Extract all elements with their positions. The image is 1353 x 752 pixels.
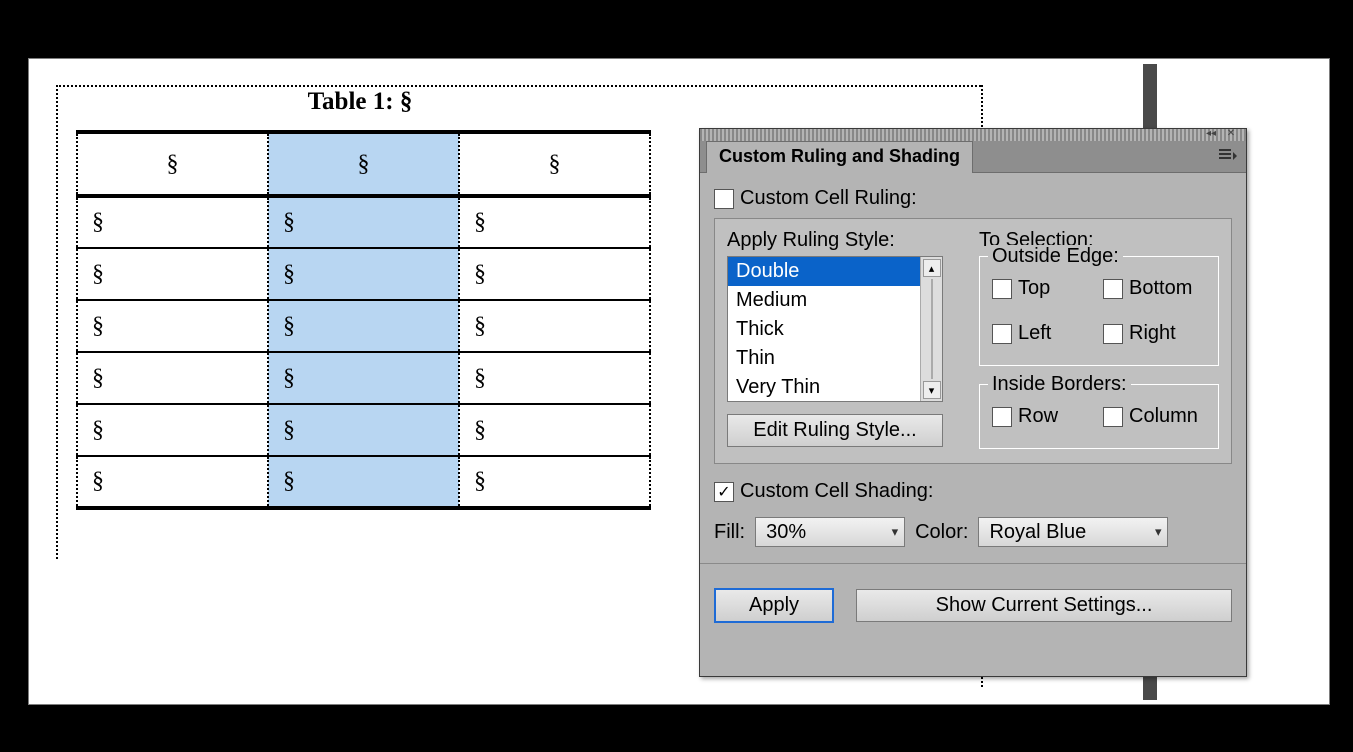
color-label: Color: bbox=[915, 521, 968, 544]
table-cell[interactable]: § bbox=[459, 456, 650, 508]
fill-select[interactable]: 30% ▾ bbox=[755, 517, 905, 547]
table-cell[interactable]: § bbox=[268, 404, 459, 456]
outside-right-label: Right bbox=[1129, 322, 1176, 345]
ruling-group: Apply Ruling Style: Double Medium Thick … bbox=[714, 218, 1232, 464]
table-cell[interactable]: § bbox=[459, 300, 650, 352]
inside-row-checkbox[interactable] bbox=[992, 407, 1012, 427]
color-select[interactable]: Royal Blue ▾ bbox=[978, 517, 1168, 547]
custom-cell-shading-label: Custom Cell Shading: bbox=[740, 480, 933, 503]
outside-right-checkbox[interactable] bbox=[1103, 324, 1123, 344]
custom-ruling-shading-panel: ◂◂ ✕ Custom Ruling and Shading Custom Ce… bbox=[699, 128, 1247, 677]
text-frame-border-top bbox=[56, 85, 981, 87]
table-cell[interactable]: § bbox=[459, 404, 650, 456]
outside-edge-legend: Outside Edge: bbox=[988, 245, 1123, 268]
table-row: § § § bbox=[77, 404, 650, 456]
chevron-down-icon: ▾ bbox=[1155, 524, 1162, 540]
panel-divider bbox=[700, 563, 1246, 564]
fill-select-value: 30% bbox=[766, 521, 806, 544]
table-row: § § § bbox=[77, 196, 650, 248]
list-item[interactable]: Thick bbox=[728, 315, 920, 344]
list-item[interactable]: Double bbox=[728, 257, 920, 286]
outside-left-checkbox[interactable] bbox=[992, 324, 1012, 344]
table-cell[interactable]: § bbox=[268, 196, 459, 248]
table-cell[interactable]: § bbox=[268, 456, 459, 508]
scroll-down-icon[interactable]: ▾ bbox=[923, 381, 941, 399]
table-row: § § § bbox=[77, 352, 650, 404]
custom-cell-ruling-label: Custom Cell Ruling: bbox=[740, 187, 917, 210]
table-cell[interactable]: § bbox=[268, 300, 459, 352]
table-row: § § § bbox=[77, 456, 650, 508]
table-cell[interactable]: § bbox=[77, 404, 268, 456]
table-cell[interactable]: § bbox=[77, 196, 268, 248]
inside-column-label: Column bbox=[1129, 405, 1198, 428]
outside-edge-fieldset: Outside Edge: Top Bottom Left Right bbox=[979, 256, 1219, 366]
table-cell[interactable]: § bbox=[459, 352, 650, 404]
custom-cell-shading-checkbox[interactable]: ✓ bbox=[714, 482, 734, 502]
table-cell[interactable]: § bbox=[268, 132, 459, 196]
table-cell[interactable]: § bbox=[268, 352, 459, 404]
apply-button[interactable]: Apply bbox=[714, 588, 834, 623]
table-cell[interactable]: § bbox=[77, 456, 268, 508]
outside-bottom-label: Bottom bbox=[1129, 277, 1192, 300]
document-table[interactable]: § § § § § § § § § § § § § § § § § § § § … bbox=[76, 130, 651, 510]
inside-row-label: Row bbox=[1018, 405, 1058, 428]
show-current-settings-button[interactable]: Show Current Settings... bbox=[856, 589, 1232, 622]
table-cell[interactable]: § bbox=[77, 352, 268, 404]
table-row: § § § bbox=[77, 248, 650, 300]
panel-tab-title[interactable]: Custom Ruling and Shading bbox=[706, 141, 973, 173]
edit-ruling-style-button[interactable]: Edit Ruling Style... bbox=[727, 414, 943, 447]
table-cell[interactable]: § bbox=[459, 248, 650, 300]
table-cell[interactable]: § bbox=[459, 196, 650, 248]
panel-dragbar[interactable]: ◂◂ ✕ bbox=[700, 129, 1246, 141]
panel-tabbar: Custom Ruling and Shading bbox=[700, 141, 1246, 173]
panel-menu-icon[interactable] bbox=[1218, 147, 1238, 165]
table-cell[interactable]: § bbox=[459, 132, 650, 196]
table-cell[interactable]: § bbox=[77, 132, 268, 196]
scroll-thumb[interactable] bbox=[931, 279, 933, 379]
panel-close-button[interactable]: ✕ bbox=[1222, 128, 1240, 140]
panel-collapse-button[interactable]: ◂◂ bbox=[1202, 128, 1220, 140]
outside-top-checkbox[interactable] bbox=[992, 279, 1012, 299]
inside-column-checkbox[interactable] bbox=[1103, 407, 1123, 427]
inside-borders-legend: Inside Borders: bbox=[988, 373, 1131, 396]
listbox-scrollbar[interactable]: ▴ ▾ bbox=[920, 257, 942, 401]
apply-ruling-style-label: Apply Ruling Style: bbox=[727, 229, 953, 252]
fill-label: Fill: bbox=[714, 521, 745, 544]
text-frame-border-left bbox=[56, 85, 58, 559]
list-item[interactable]: Very Thin bbox=[728, 373, 920, 401]
scroll-up-icon[interactable]: ▴ bbox=[923, 259, 941, 277]
table-row: § § § bbox=[77, 300, 650, 352]
table-caption: Table 1: § bbox=[56, 88, 664, 116]
table-cell[interactable]: § bbox=[268, 248, 459, 300]
table-cell[interactable]: § bbox=[77, 248, 268, 300]
table-row: § § § bbox=[77, 132, 650, 196]
table-cell[interactable]: § bbox=[77, 300, 268, 352]
color-select-value: Royal Blue bbox=[989, 521, 1086, 544]
outside-bottom-checkbox[interactable] bbox=[1103, 279, 1123, 299]
custom-cell-ruling-checkbox[interactable] bbox=[714, 189, 734, 209]
outside-left-label: Left bbox=[1018, 322, 1051, 345]
inside-borders-fieldset: Inside Borders: Row Column bbox=[979, 384, 1219, 449]
outside-top-label: Top bbox=[1018, 277, 1050, 300]
list-item[interactable]: Thin bbox=[728, 344, 920, 373]
ruling-style-listbox[interactable]: Double Medium Thick Thin Very Thin ▴ ▾ bbox=[727, 256, 943, 402]
chevron-down-icon: ▾ bbox=[892, 524, 899, 540]
list-item[interactable]: Medium bbox=[728, 286, 920, 315]
